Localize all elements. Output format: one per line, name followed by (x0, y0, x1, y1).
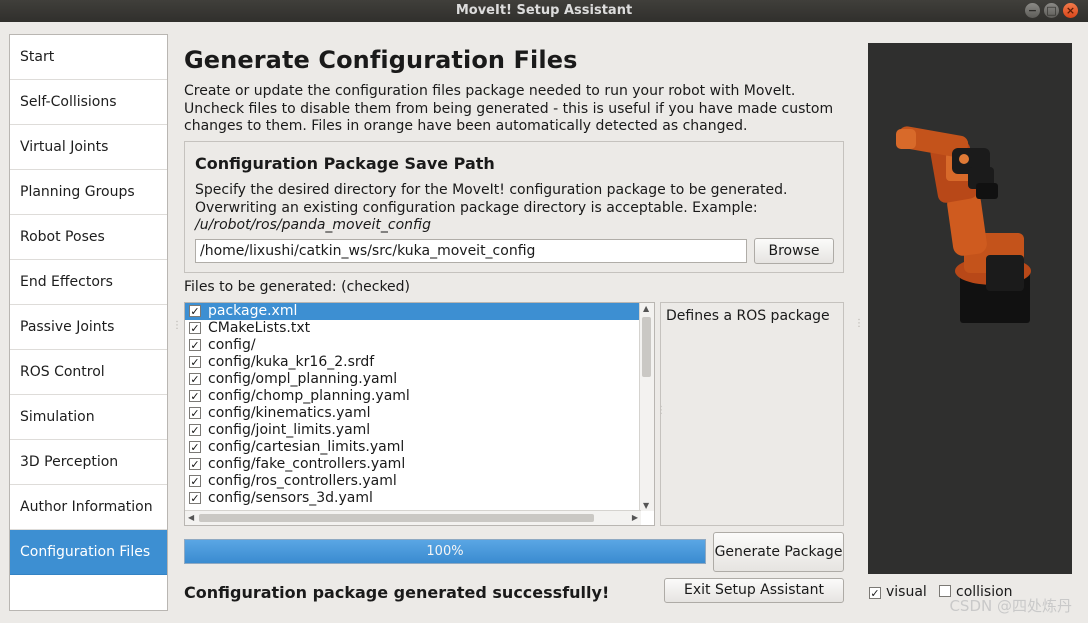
sidebar-item-planning-groups[interactable]: Planning Groups (10, 170, 167, 215)
robot-3d-viewport[interactable] (868, 43, 1072, 574)
sidebar-item-ros-control[interactable]: ROS Control (10, 350, 167, 395)
progress-bar: 100% (184, 539, 706, 564)
exit-setup-assistant-button[interactable]: Exit Setup Assistant (664, 578, 844, 603)
sidebar-item-author-information[interactable]: Author Information (10, 485, 167, 530)
file-name: config/sensors_3d.yaml (208, 490, 373, 506)
file-name: config/ros_controllers.yaml (208, 473, 397, 489)
vertical-scrollbar[interactable]: ▲ ▼ (639, 303, 654, 511)
sidebar-item-configuration-files[interactable]: Configuration Files (10, 530, 167, 575)
close-icon[interactable]: × (1063, 3, 1078, 18)
list-item[interactable]: ✓ package.xml (185, 303, 654, 320)
sidebar-item-simulation[interactable]: Simulation (10, 395, 167, 440)
list-item[interactable]: ✓ config/ompl_planning.yaml (185, 371, 654, 388)
files-label: Files to be generated: (checked) (184, 279, 411, 295)
save-path-title: Configuration Package Save Path (195, 154, 495, 173)
scroll-thumb[interactable] (199, 514, 594, 522)
progress-text: 100% (426, 544, 464, 559)
navigation-sidebar: Start Self-Collisions Virtual Joints Pla… (9, 34, 168, 611)
sidebar-item-robot-poses[interactable]: Robot Poses (10, 215, 167, 260)
checkbox[interactable]: ✓ (189, 407, 201, 419)
visual-toggle[interactable]: ✓ visual (869, 584, 927, 600)
checkbox[interactable]: ✓ (189, 458, 201, 470)
checkbox[interactable]: ✓ (189, 305, 201, 317)
file-name: package.xml (208, 303, 298, 319)
save-path-description: Specify the desired directory for the Mo… (195, 182, 833, 235)
list-item[interactable]: ✓ config/chomp_planning.yaml (185, 388, 654, 405)
save-path-example: /u/robot/ros/panda_moveit_config (195, 217, 431, 233)
sidebar-item-3d-perception[interactable]: 3D Perception (10, 440, 167, 485)
sidebar-item-passive-joints[interactable]: Passive Joints (10, 305, 167, 350)
page-description: Create or update the configuration files… (184, 83, 834, 134)
horizontal-scrollbar[interactable]: ◀ ▶ (185, 510, 641, 525)
watermark: CSDN @四处炼丹 (949, 597, 1072, 615)
file-description-box: Defines a ROS package (660, 302, 844, 526)
file-name: CMakeLists.txt (208, 320, 311, 336)
checkbox[interactable]: ✓ (189, 441, 201, 453)
save-path-group: Configuration Package Save Path Specify … (184, 141, 844, 273)
file-name: config/ompl_planning.yaml (208, 371, 398, 387)
main-panel: Generate Configuration Files Create or u… (184, 44, 844, 136)
file-name: config/cartesian_limits.yaml (208, 439, 405, 455)
generate-package-button[interactable]: Generate Package (713, 532, 844, 572)
page-title: Generate Configuration Files (184, 46, 578, 74)
checkbox[interactable]: ✓ (189, 390, 201, 402)
file-name: config/kuka_kr16_2.srdf (208, 354, 375, 370)
file-description: Defines a ROS package (666, 308, 830, 324)
list-item[interactable]: ✓ CMakeLists.txt (185, 320, 654, 337)
save-path-input[interactable] (195, 239, 747, 263)
file-name: config/fake_controllers.yaml (208, 456, 406, 472)
splitter-handle[interactable]: ⋮ (854, 318, 864, 329)
list-item[interactable]: ✓ config/fake_controllers.yaml (185, 456, 654, 473)
window-title: MoveIt! Setup Assistant (455, 3, 633, 18)
list-item[interactable]: ✓ config/sensors_3d.yaml (185, 490, 654, 507)
sidebar-item-virtual-joints[interactable]: Virtual Joints (10, 125, 167, 170)
status-message: Configuration package generated successf… (184, 583, 610, 602)
list-item[interactable]: ✓ config/cartesian_limits.yaml (185, 439, 654, 456)
scroll-thumb[interactable] (642, 317, 651, 377)
sidebar-item-start[interactable]: Start (10, 35, 167, 80)
sidebar-item-end-effectors[interactable]: End Effectors (10, 260, 167, 305)
window-controls: − □ × (1025, 3, 1078, 18)
list-item[interactable]: ✓ config/kuka_kr16_2.srdf (185, 354, 654, 371)
list-item[interactable]: ✓ config/joint_limits.yaml (185, 422, 654, 439)
list-item[interactable]: ✓ config/ (185, 337, 654, 354)
browse-button[interactable]: Browse (754, 238, 834, 264)
checkbox[interactable]: ✓ (189, 339, 201, 351)
checkbox[interactable]: ✓ (189, 373, 201, 385)
splitter-handle[interactable]: ⋮ (172, 320, 182, 331)
file-name: config/kinematics.yaml (208, 405, 371, 421)
checkbox[interactable]: ✓ (189, 356, 201, 368)
save-path-description-text: Specify the desired directory for the Mo… (195, 182, 788, 216)
checkbox[interactable]: ✓ (189, 322, 201, 334)
visual-label: visual (886, 584, 927, 600)
file-name: config/joint_limits.yaml (208, 422, 371, 438)
scroll-left-icon[interactable]: ◀ (188, 513, 194, 522)
list-item[interactable]: ✓ config/kinematics.yaml (185, 405, 654, 422)
file-name: config/chomp_planning.yaml (208, 388, 410, 404)
scroll-up-icon[interactable]: ▲ (643, 304, 649, 313)
checkbox[interactable]: ✓ (189, 424, 201, 436)
file-name: config/ (208, 337, 256, 353)
files-list[interactable]: ✓ package.xml ✓ CMakeLists.txt ✓ config/ ✓ c… (184, 302, 655, 526)
checkbox[interactable]: ✓ (189, 492, 201, 504)
minimize-icon[interactable]: − (1025, 3, 1040, 18)
visual-checkbox[interactable]: ✓ (869, 587, 881, 599)
checkbox[interactable]: ✓ (189, 475, 201, 487)
robot-arm-render (896, 126, 1031, 323)
list-item[interactable]: ✓ config/ros_controllers.yaml (185, 473, 654, 490)
scroll-down-icon[interactable]: ▼ (643, 501, 649, 510)
window-titlebar: MoveIt! Setup Assistant − □ × (0, 0, 1088, 22)
scroll-right-icon[interactable]: ▶ (632, 513, 638, 522)
maximize-icon[interactable]: □ (1044, 3, 1059, 18)
sidebar-item-self-collisions[interactable]: Self-Collisions (10, 80, 167, 125)
